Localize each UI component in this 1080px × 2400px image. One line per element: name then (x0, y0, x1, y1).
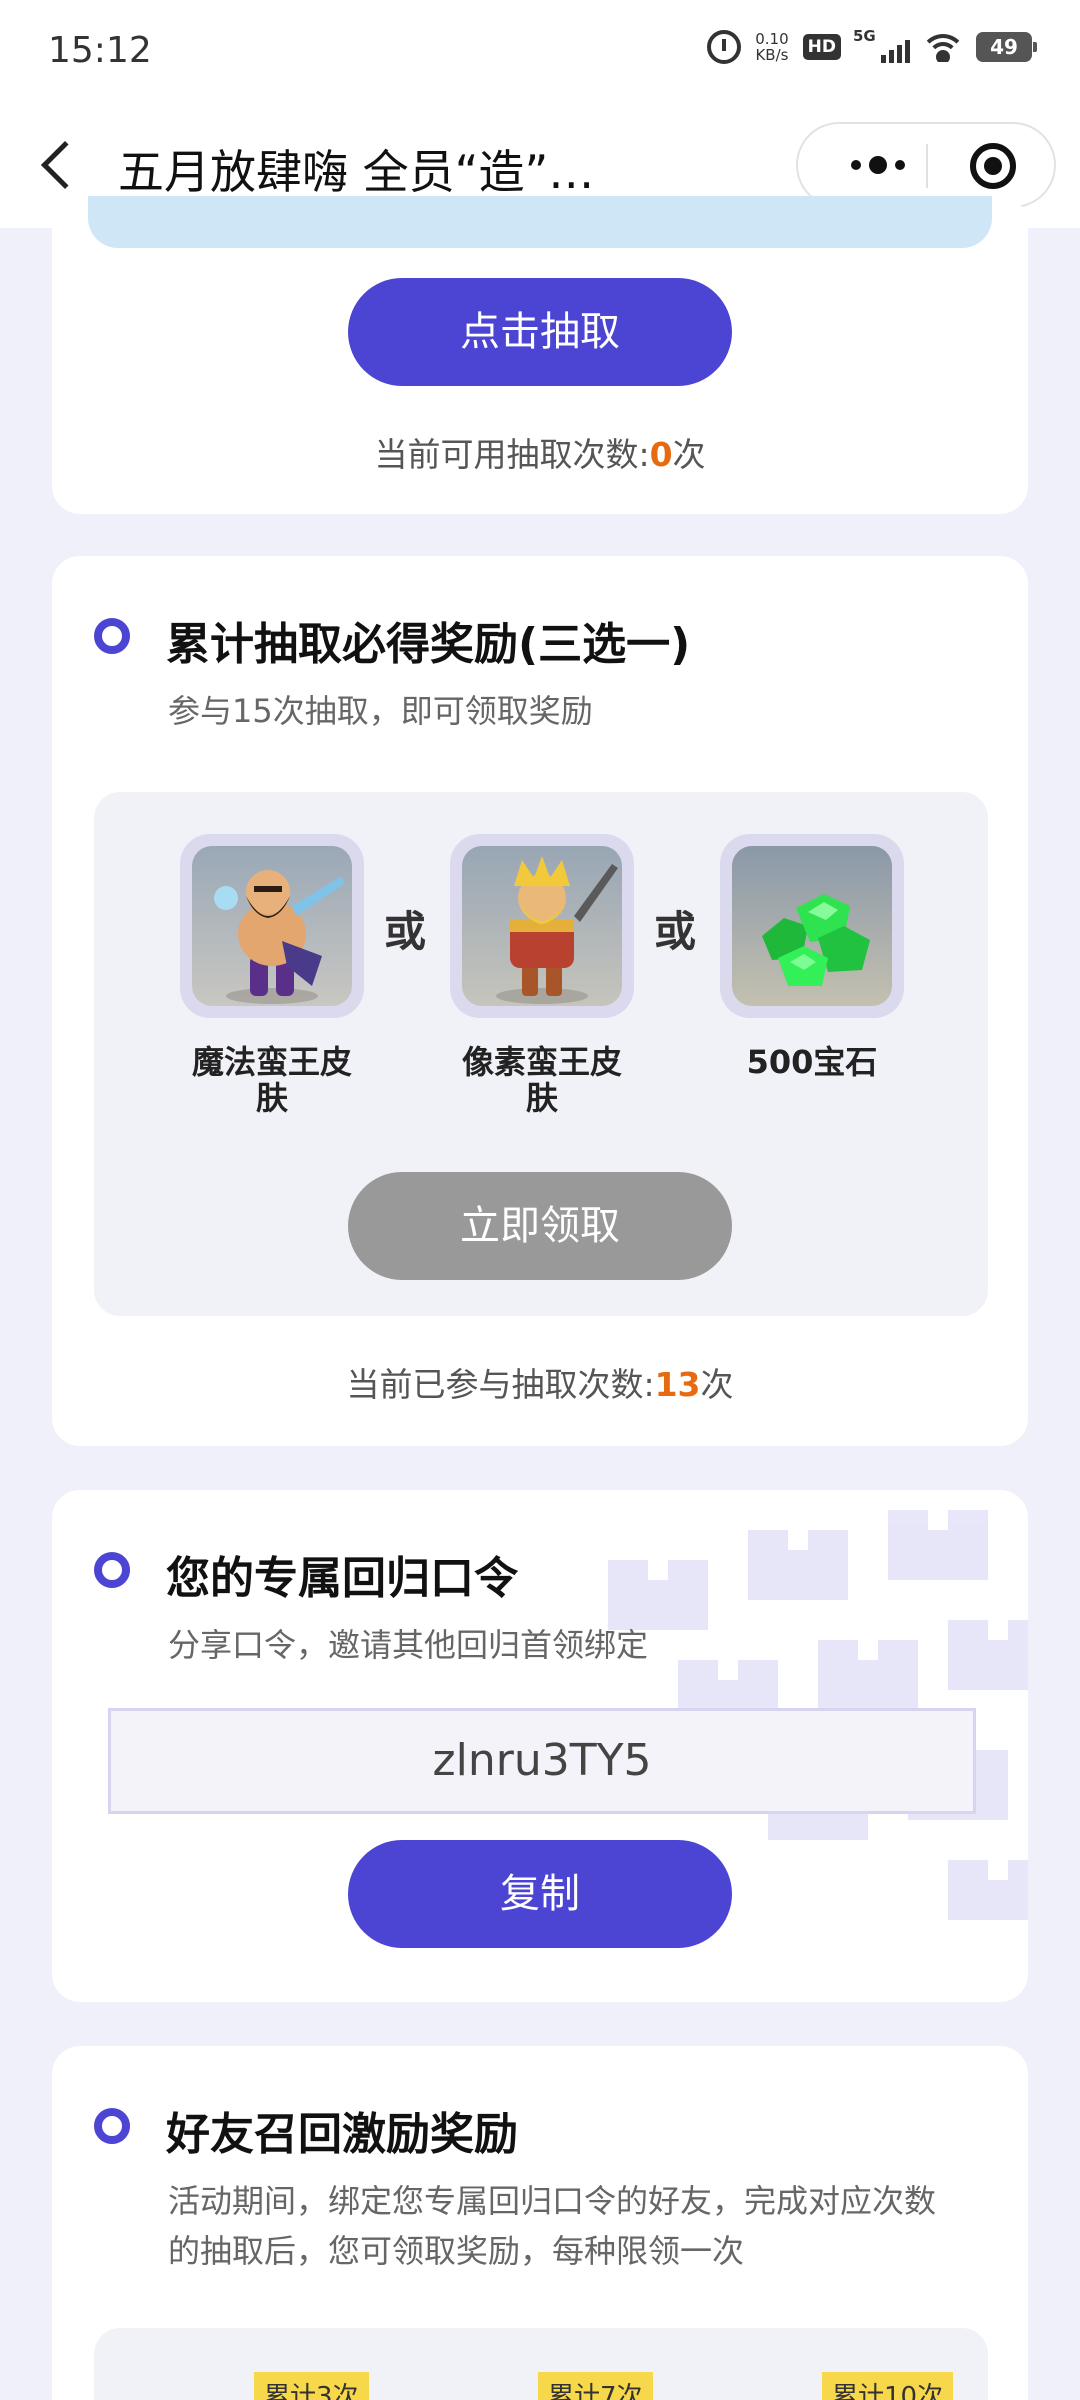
battery-icon: 49 (976, 32, 1037, 62)
close-target-icon[interactable] (970, 143, 1016, 189)
section-subtitle: 活动期间，绑定您专属回归口令的好友，完成对应次数 的抽取后，您可领取奖励，每种限… (168, 2176, 936, 2276)
tier-box: 累计3次 累计7次 累计10次 (94, 2328, 988, 2400)
or-separator: 或 (654, 907, 697, 956)
status-icons: 0.10 KB/s HD 5G 49 (707, 27, 1037, 64)
status-time: 15:12 (48, 30, 152, 71)
friend-recall-card: 好友召回激励奖励 活动期间，绑定您专属回归口令的好友，完成对应次数 的抽取后，您… (52, 2046, 1028, 2400)
remaining-prefix: 当前可用抽取次数: (374, 435, 650, 474)
reward-image-frame (450, 834, 634, 1018)
reward-item[interactable]: 500宝石 (720, 834, 904, 1080)
section-bullet-icon (94, 1552, 130, 1588)
back-arrow-icon[interactable] (40, 140, 90, 190)
net-speed: 0.10 KB/s (755, 31, 788, 63)
capsule-divider (926, 144, 928, 188)
section-title: 您的专属回归口令 (166, 1553, 518, 1604)
or-separator: 或 (384, 907, 427, 956)
remaining-draws: 当前可用抽取次数:0次 (52, 428, 1028, 476)
page-title: 五月放肆嗨 全员“造”… (118, 145, 595, 199)
reward-label-line1: 500宝石 (746, 1043, 878, 1081)
magic-barbarian-skin-image (192, 846, 352, 1006)
participation-number: 13 (654, 1365, 701, 1404)
tier-tag: 累计3次 (254, 2372, 369, 2400)
tier-tag: 累计7次 (538, 2372, 653, 2400)
claim-button[interactable]: 立即领取 (348, 1172, 732, 1280)
status-bar: 15:12 0.10 KB/s HD 5G 49 (0, 0, 1080, 108)
section-title: 好友召回激励奖励 (166, 2109, 518, 2160)
copy-button[interactable]: 复制 (348, 1840, 732, 1948)
tier-tag: 累计10次 (822, 2372, 954, 2400)
pixel-barbarian-skin-image (462, 846, 622, 1006)
section-title: 累计抽取必得奖励(三选一) (166, 619, 691, 670)
hd-icon: HD (802, 34, 841, 60)
reward-label: 魔法蛮王皮 肤 (180, 1044, 364, 1116)
cumulative-reward-card: 累计抽取必得奖励(三选一) 参与15次抽取，即可领取奖励 魔法蛮王皮 肤 或 像… (52, 556, 1028, 1446)
reward-label: 500宝石 (720, 1044, 904, 1080)
wifi-icon (924, 32, 962, 62)
reward-label-line1: 像素蛮王皮 (461, 1043, 622, 1081)
return-code-field[interactable]: zlnru3TY5 (108, 1708, 976, 1814)
net-speed-value: 0.10 (755, 30, 789, 48)
section-subtitle: 分享口令，邀请其他回归首领绑定 (168, 1626, 649, 1664)
section-subtitle: 参与15次抽取，即可领取奖励 (168, 692, 593, 730)
alarm-icon (707, 30, 742, 64)
draw-button[interactable]: 点击抽取 (348, 278, 732, 386)
signal-5g-icon: 5G (853, 27, 910, 63)
prize-strip (88, 196, 992, 248)
draw-card: 点击抽取 当前可用抽取次数:0次 (52, 196, 1028, 514)
section-bullet-icon (94, 618, 130, 654)
participation-prefix: 当前已参与抽取次数: (346, 1365, 655, 1404)
remaining-suffix: 次 (672, 435, 706, 474)
subtitle-line1: 活动期间，绑定您专属回归口令的好友，完成对应次数 (168, 2182, 937, 2220)
reward-item[interactable]: 魔法蛮王皮 肤 (180, 834, 364, 1116)
reward-image-frame (720, 834, 904, 1018)
reward-box: 魔法蛮王皮 肤 或 像素蛮王皮 肤 或 500宝石 立即领取 (94, 792, 988, 1316)
remaining-count: 0 (649, 435, 673, 474)
return-code-card: 您的专属回归口令 分享口令，邀请其他回归首领绑定 zlnru3TY5 复制 (52, 1490, 1028, 2002)
reward-item[interactable]: 像素蛮王皮 肤 (450, 834, 634, 1116)
gems-image (732, 846, 892, 1006)
reward-label: 像素蛮王皮 肤 (450, 1044, 634, 1116)
section-bullet-icon (94, 2108, 130, 2144)
subtitle-line2: 的抽取后，您可领取奖励，每种限领一次 (168, 2232, 745, 2270)
participation-count: 当前已参与抽取次数:13次 (52, 1358, 1028, 1406)
reward-label-line2: 肤 (525, 1079, 558, 1117)
reward-image-frame (180, 834, 364, 1018)
reward-label-line1: 魔法蛮王皮 (191, 1043, 352, 1081)
reward-label-line2: 肤 (255, 1079, 288, 1117)
net-speed-unit: KB/s (755, 46, 789, 64)
participation-suffix: 次 (700, 1365, 734, 1404)
more-icon[interactable] (828, 124, 928, 206)
network-type: 5G (853, 27, 876, 45)
